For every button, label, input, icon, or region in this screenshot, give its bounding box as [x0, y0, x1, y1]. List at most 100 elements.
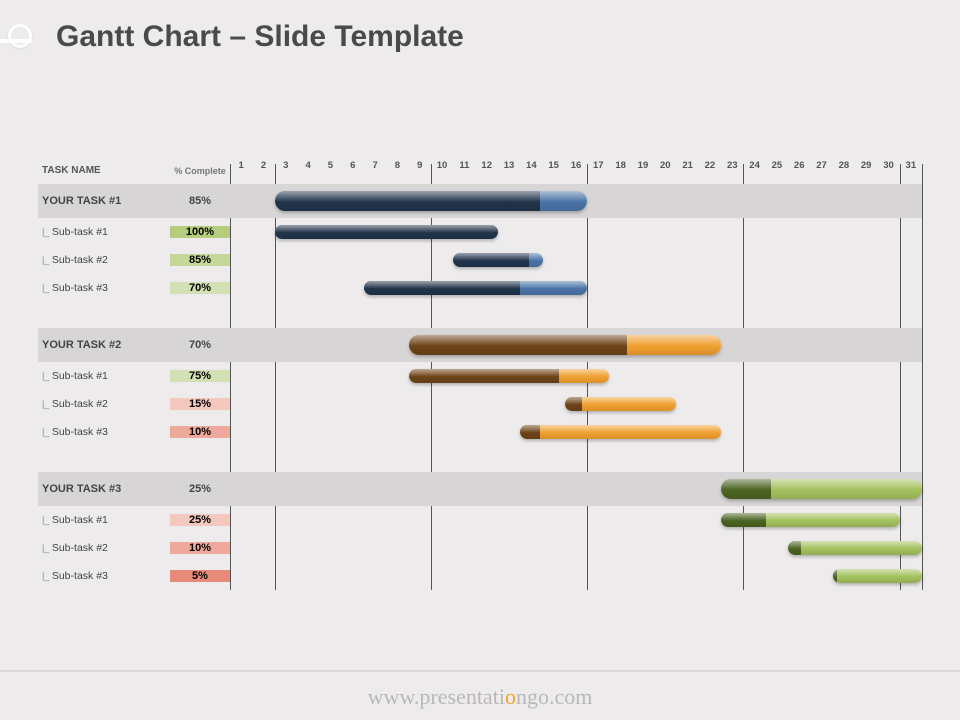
bar-area [230, 562, 922, 590]
header-pct-complete: % Complete [170, 166, 230, 176]
bar-area [230, 218, 922, 246]
subtask-label: Sub-task #1 [38, 514, 170, 526]
day-label: 31 [900, 160, 922, 171]
pct-complete: 25% [170, 483, 230, 495]
pct-complete: 10% [170, 542, 230, 554]
day-label: 27 [811, 160, 833, 171]
pct-complete: 100% [170, 226, 230, 238]
day-label: 3 [275, 160, 297, 171]
task-row: YOUR TASK #270% [38, 328, 922, 362]
bar-area [230, 246, 922, 274]
pct-complete: 75% [170, 370, 230, 382]
pct-complete: 25% [170, 514, 230, 526]
gantt-header: TASK NAME % Complete 1234567891011121314… [38, 156, 922, 176]
pct-complete: 10% [170, 426, 230, 438]
footer-url: www.presentationgo.com [0, 684, 960, 710]
task-label: YOUR TASK #2 [38, 339, 170, 351]
subtask-row: Sub-task #215% [38, 390, 922, 418]
pct-complete: 85% [170, 195, 230, 207]
subtask-label: Sub-task #1 [38, 370, 170, 382]
bar-area [230, 184, 922, 218]
bar-area [230, 472, 922, 506]
pct-complete: 5% [170, 570, 230, 582]
subtask-label: Sub-task #2 [38, 542, 170, 554]
bar-area [230, 534, 922, 562]
day-label: 8 [386, 160, 408, 171]
day-label: 22 [699, 160, 721, 171]
corner-decoration [0, 18, 38, 64]
day-label: 25 [766, 160, 788, 171]
subtask-row: Sub-task #370% [38, 274, 922, 302]
subtask-row: Sub-task #1100% [38, 218, 922, 246]
page-title: Gantt Chart – Slide Template [56, 20, 464, 54]
day-label: 11 [453, 160, 475, 171]
bar-area [230, 418, 922, 446]
subtask-row: Sub-task #125% [38, 506, 922, 534]
subtask-row: Sub-task #35% [38, 562, 922, 590]
day-label: 28 [833, 160, 855, 171]
day-label: 6 [342, 160, 364, 171]
task-label: YOUR TASK #3 [38, 483, 170, 495]
subtask-label: Sub-task #1 [38, 226, 170, 238]
task-row: YOUR TASK #325% [38, 472, 922, 506]
pct-complete: 70% [170, 339, 230, 351]
day-label: 4 [297, 160, 319, 171]
day-label: 21 [677, 160, 699, 171]
subtask-bar [788, 541, 922, 555]
day-label: 14 [520, 160, 542, 171]
subtask-label: Sub-task #2 [38, 398, 170, 410]
task-label: YOUR TASK #1 [38, 195, 170, 207]
day-label: 18 [610, 160, 632, 171]
subtask-bar [275, 225, 498, 239]
subtask-row: Sub-task #310% [38, 418, 922, 446]
bar-area [230, 390, 922, 418]
task-bar [275, 191, 588, 211]
day-label: 24 [744, 160, 766, 171]
header-days: 1234567891011121314151617181920212223242… [230, 156, 922, 176]
day-label: 13 [498, 160, 520, 171]
subtask-label: Sub-task #3 [38, 426, 170, 438]
gantt-rows: YOUR TASK #185%Sub-task #1100%Sub-task #… [38, 184, 922, 590]
day-label: 12 [476, 160, 498, 171]
day-label: 9 [409, 160, 431, 171]
subtask-bar [721, 513, 900, 527]
day-label: 17 [587, 160, 609, 171]
day-label: 10 [431, 160, 453, 171]
task-bar [409, 335, 722, 355]
day-label: 1 [230, 160, 252, 171]
subtask-label: Sub-task #3 [38, 282, 170, 294]
bar-area [230, 506, 922, 534]
day-label: 20 [654, 160, 676, 171]
subtask-bar [520, 425, 721, 439]
subtask-row: Sub-task #285% [38, 246, 922, 274]
gantt-chart: TASK NAME % Complete 1234567891011121314… [38, 156, 922, 590]
pct-complete: 70% [170, 282, 230, 294]
day-label: 29 [855, 160, 877, 171]
day-label: 26 [788, 160, 810, 171]
subtask-bar [409, 369, 610, 383]
day-label: 15 [543, 160, 565, 171]
pct-complete: 15% [170, 398, 230, 410]
day-label: 23 [721, 160, 743, 171]
task-bar [721, 479, 922, 499]
subtask-bar [833, 569, 922, 583]
subtask-bar [453, 253, 542, 267]
day-label: 7 [364, 160, 386, 171]
subtask-row: Sub-task #210% [38, 534, 922, 562]
subtask-row: Sub-task #175% [38, 362, 922, 390]
subtask-bar [364, 281, 587, 295]
day-label: 16 [565, 160, 587, 171]
day-label: 2 [252, 160, 274, 171]
bar-area [230, 328, 922, 362]
subtask-label: Sub-task #3 [38, 570, 170, 582]
header-task-name: TASK NAME [38, 165, 170, 176]
bar-area [230, 362, 922, 390]
subtask-label: Sub-task #2 [38, 254, 170, 266]
subtask-bar [565, 397, 677, 411]
day-label: 19 [632, 160, 654, 171]
day-label: 30 [878, 160, 900, 171]
footer-divider [0, 670, 960, 672]
task-row: YOUR TASK #185% [38, 184, 922, 218]
pct-complete: 85% [170, 254, 230, 266]
day-label: 5 [319, 160, 341, 171]
